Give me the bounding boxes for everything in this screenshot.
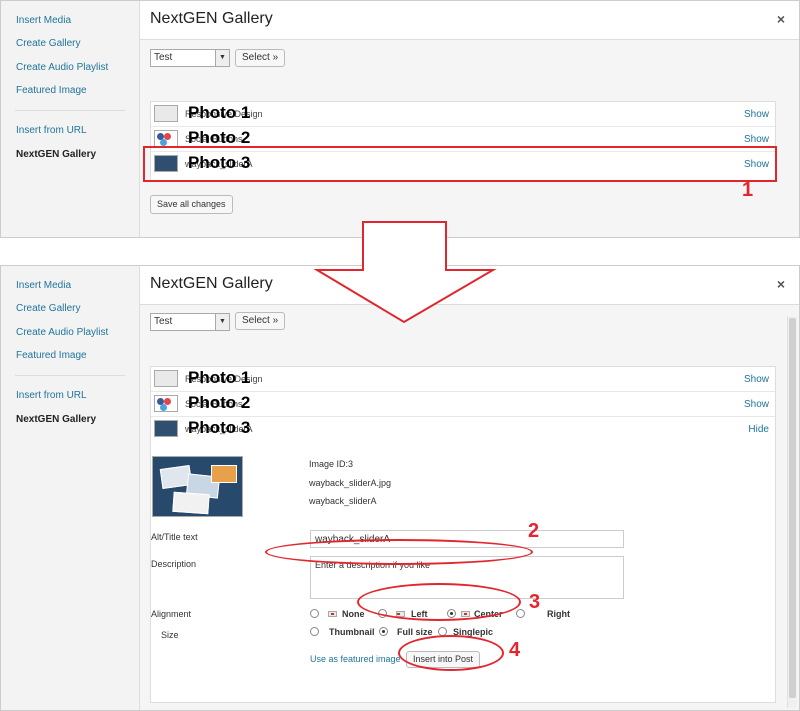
- select-button[interactable]: Select »: [235, 312, 286, 330]
- photo-overlay-label: Photo 2: [188, 128, 251, 147]
- scrollbar[interactable]: [787, 316, 797, 708]
- sidebar-item-featured-image[interactable]: Featured Image: [16, 85, 87, 96]
- annotation-number-2: 2: [528, 520, 540, 542]
- bottom-screenshot-panel: Insert Media Create Gallery Create Audio…: [0, 265, 800, 711]
- list-item: Responsive Design Photo 1 Show: [151, 367, 775, 392]
- sidebar-item-insert-media[interactable]: Insert Media: [16, 15, 71, 26]
- image-name: wayback_sliderA: [309, 496, 377, 506]
- gallery-select-value: Test: [154, 316, 173, 327]
- annotation-box-1: [143, 146, 777, 182]
- list-item: Social Buttons Photo 2 Show: [151, 392, 775, 417]
- scrollbar-thumb[interactable]: [789, 318, 796, 698]
- image-filename: wayback_sliderA.jpg: [309, 478, 392, 488]
- image-id: Image ID:3: [309, 459, 354, 469]
- show-link[interactable]: Show: [744, 109, 769, 120]
- annotation-ellipse-3: [357, 583, 521, 621]
- title-bar: NextGEN Gallery ×: [140, 266, 799, 305]
- sidebar-item-nextgen-gallery[interactable]: NextGEN Gallery: [16, 414, 96, 425]
- chevron-down-icon: ▼: [215, 50, 229, 66]
- annotation-ellipse-4: [398, 635, 504, 671]
- show-link[interactable]: Show: [744, 374, 769, 385]
- photo-thumbnail: [154, 420, 178, 437]
- sidebar-item-create-audio-playlist[interactable]: Create Audio Playlist: [16, 327, 108, 338]
- photo-thumbnail: [154, 370, 178, 387]
- sidebar-item-nextgen-gallery[interactable]: NextGEN Gallery: [16, 149, 96, 160]
- close-icon[interactable]: ×: [777, 11, 785, 27]
- sidebar-item-create-gallery[interactable]: Create Gallery: [16, 303, 80, 314]
- list-item: wayback_sliderA Photo 3 Hide: [151, 417, 775, 441]
- alignment-none-radio[interactable]: [310, 609, 319, 618]
- photo-thumbnail: [154, 395, 178, 412]
- photo-overlay-label: Photo 1: [188, 103, 251, 122]
- size-thumbnail-radio[interactable]: [310, 627, 319, 636]
- alignment-none-label: None: [342, 609, 365, 619]
- photo-thumbnail: [154, 105, 178, 122]
- photo-overlay-label: Photo 3: [188, 418, 251, 437]
- description-label: Description: [151, 559, 197, 569]
- sidebar-item-create-audio-playlist[interactable]: Create Audio Playlist: [16, 62, 108, 73]
- chevron-down-icon: ▼: [215, 314, 229, 330]
- sidebar-item-featured-image[interactable]: Featured Image: [16, 350, 87, 361]
- size-thumbnail-label: Thumbnail: [329, 627, 375, 637]
- annotation-ellipse-2: [265, 539, 533, 565]
- photo-list: Responsive Design Photo 1 Show Social Bu…: [150, 366, 776, 456]
- gallery-select[interactable]: Test ▼: [150, 313, 230, 331]
- top-screenshot-panel: Insert Media Create Gallery Create Audio…: [0, 0, 800, 238]
- align-none-icon: [328, 611, 337, 617]
- gallery-select-value: Test: [154, 52, 173, 63]
- sidebar-divider: [15, 375, 125, 376]
- alt-title-label: Alt/Title text: [151, 532, 198, 542]
- annotation-number-4: 4: [509, 639, 521, 661]
- annotation-number-1: 1: [742, 179, 754, 201]
- media-sidebar: Insert Media Create Gallery Create Audio…: [1, 1, 140, 237]
- photo-thumbnail: [154, 130, 178, 147]
- select-button[interactable]: Select »: [235, 49, 286, 67]
- size-full-radio[interactable]: [379, 627, 388, 636]
- sidebar-item-insert-from-url[interactable]: Insert from URL: [16, 125, 87, 136]
- hide-link[interactable]: Hide: [748, 424, 769, 435]
- close-icon[interactable]: ×: [777, 276, 785, 292]
- sidebar-item-create-gallery[interactable]: Create Gallery: [16, 38, 80, 49]
- alignment-right-label: Right: [547, 609, 570, 619]
- photo-preview: [152, 456, 243, 517]
- show-link[interactable]: Show: [744, 134, 769, 145]
- save-all-changes-button[interactable]: Save all changes: [150, 195, 233, 214]
- sidebar-item-insert-media[interactable]: Insert Media: [16, 280, 71, 291]
- media-sidebar: Insert Media Create Gallery Create Audio…: [1, 266, 140, 710]
- page-title: NextGEN Gallery: [150, 10, 273, 27]
- gallery-select[interactable]: Test ▼: [150, 49, 230, 67]
- annotation-number-3: 3: [529, 591, 541, 613]
- list-item: Responsive Design Photo 1 Show: [151, 102, 775, 127]
- alignment-label: Alignment: [151, 609, 192, 619]
- alignment-right-radio[interactable]: [516, 609, 525, 618]
- size-full-label: Full size: [397, 627, 433, 637]
- main-area: NextGEN Gallery × Test ▼ Select » Respon…: [140, 1, 799, 237]
- sidebar-divider: [15, 110, 125, 111]
- page-title: NextGEN Gallery: [150, 275, 273, 292]
- size-label: Size: [161, 630, 179, 640]
- content-area: Test ▼ Select » Responsive Design Photo …: [140, 40, 799, 237]
- photo-overlay-label: Photo 1: [188, 368, 251, 387]
- title-bar: NextGEN Gallery ×: [140, 1, 799, 40]
- sidebar-item-insert-from-url[interactable]: Insert from URL: [16, 390, 87, 401]
- show-link[interactable]: Show: [744, 399, 769, 410]
- use-as-featured-link[interactable]: Use as featured image: [310, 654, 401, 664]
- photo-overlay-label: Photo 2: [188, 393, 251, 412]
